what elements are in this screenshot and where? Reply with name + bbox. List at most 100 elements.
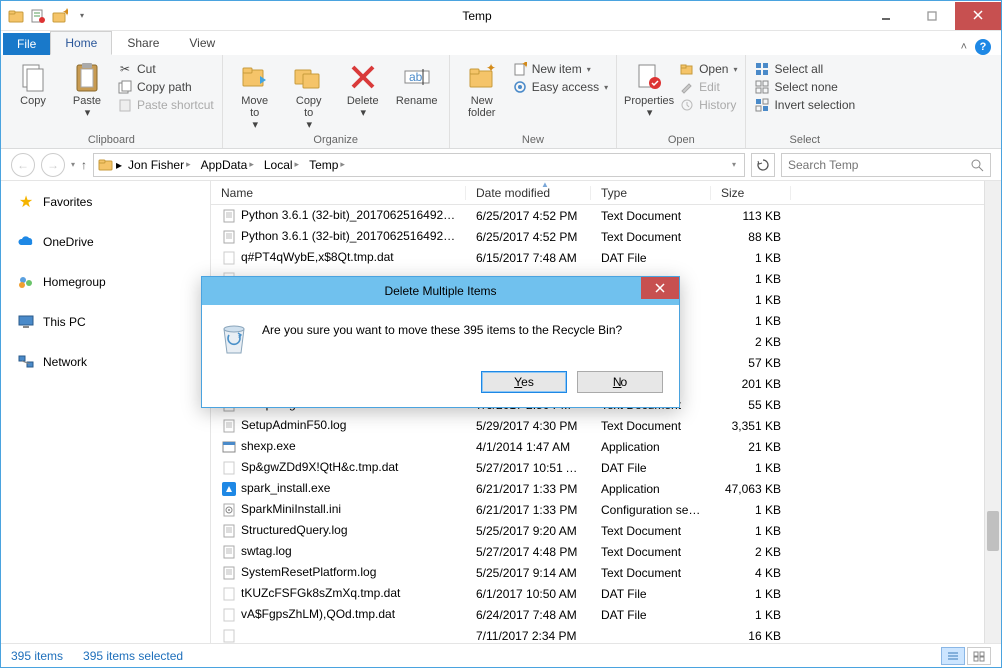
file-row[interactable]: swtag.log5/27/2017 4:48 PMText Document2… [211,541,1001,562]
sidebar-item-onedrive[interactable]: OneDrive [1,229,210,255]
svg-text:✦: ✦ [486,61,496,75]
qat-dropdown-icon[interactable]: ▾ [73,7,91,25]
dialog-close-button[interactable] [641,277,679,299]
close-button[interactable] [955,2,1001,30]
quick-access-toolbar: ✦ ▾ [1,7,91,25]
navigation-pane: ★ Favorites OneDrive Homegroup This PC N… [1,181,211,643]
breadcrumb[interactable]: ▸ Jon Fisher▸ AppData▸ Local▸ Temp▸ ▾ [93,153,745,177]
file-row[interactable]: StructuredQuery.log5/25/2017 9:20 AMText… [211,520,1001,541]
column-headers: ▲ Name Date modified Type Size [211,181,1001,205]
file-row[interactable]: shexp.exe4/1/2014 1:47 AMApplication21 K… [211,436,1001,457]
column-type[interactable]: Type [591,186,711,200]
copy-to-button[interactable]: Copyto▾ [285,59,333,131]
properties-button[interactable]: Properties▾ [625,59,673,119]
sidebar-item-thispc[interactable]: This PC [1,309,210,335]
search-box[interactable] [781,153,991,177]
breadcrumb-segment[interactable]: AppData▸ [197,158,258,172]
navigation-bar: ← → ▾ ↑ ▸ Jon Fisher▸ AppData▸ Local▸ Te… [1,149,1001,181]
cut-button[interactable]: ✂Cut [117,61,214,77]
copy-path-icon [117,79,133,95]
file-row[interactable]: vA$FgpsZhLM),QOd.tmp.dat6/24/2017 7:48 A… [211,604,1001,625]
tab-file[interactable]: File [3,33,50,55]
column-date[interactable]: Date modified [466,186,591,200]
column-size[interactable]: Size [711,186,791,200]
edit-button[interactable]: Edit [679,79,737,95]
sidebar-item-favorites[interactable]: ★ Favorites [1,189,210,215]
status-count: 395 items [11,649,63,663]
minimize-button[interactable] [863,2,909,30]
history-dropdown-icon[interactable]: ▾ [71,160,75,169]
svg-text:ab: ab [409,70,423,84]
easy-access-icon [512,79,528,95]
sidebar-item-network[interactable]: Network [1,349,210,375]
qat-newfolder-icon[interactable]: ✦ [51,7,69,25]
invert-selection-icon [754,97,770,113]
file-icon [221,481,237,497]
file-icon [221,208,237,224]
file-row[interactable]: SparkMiniInstall.ini6/21/2017 1:33 PMCon… [211,499,1001,520]
vertical-scrollbar[interactable] [984,181,1001,643]
file-row[interactable]: Python 3.6.1 (32-bit)_20170625164927_00.… [211,205,1001,226]
new-folder-button[interactable]: ✦ Newfolder [458,59,506,119]
forward-button[interactable]: → [41,153,65,177]
tab-view[interactable]: View [174,31,230,55]
breadcrumb-segment[interactable]: Temp▸ [305,158,349,172]
easy-access-button[interactable]: Easy access▾ [512,79,608,95]
file-icon [221,523,237,539]
tab-home[interactable]: Home [50,31,112,55]
sidebar-item-homegroup[interactable]: Homegroup [1,269,210,295]
search-icon[interactable] [970,158,984,172]
qat-properties-icon[interactable] [29,7,47,25]
up-button[interactable]: ↑ [81,158,87,172]
help-icon[interactable]: ? [975,39,991,55]
view-details-button[interactable] [941,647,965,665]
select-none-button[interactable]: Select none [754,79,855,95]
file-rows: Python 3.6.1 (32-bit)_20170625164927_00.… [211,205,1001,643]
new-item-button[interactable]: ✦New item▾ [512,61,608,77]
invert-selection-button[interactable]: Invert selection [754,97,855,113]
move-to-button[interactable]: Moveto▾ [231,59,279,131]
recycle-bin-icon [218,319,250,357]
file-icon [221,502,237,518]
chevron-right-icon[interactable]: ▸ [116,158,122,172]
file-row[interactable]: spark_install.exe6/21/2017 1:33 PMApplic… [211,478,1001,499]
copy-path-button[interactable]: Copy path [117,79,214,95]
copy-button[interactable]: Copy [9,59,57,107]
paste-shortcut-button[interactable]: Paste shortcut [117,97,214,113]
breadcrumb-dropdown-icon[interactable]: ▾ [728,160,740,169]
paste-button[interactable]: Paste▾ [63,59,111,119]
file-row[interactable]: Python 3.6.1 (32-bit)_20170625164927_01.… [211,226,1001,247]
status-selected: 395 items selected [83,649,183,663]
column-name[interactable]: Name [211,186,466,200]
history-button[interactable]: History [679,97,737,113]
scrollbar-thumb[interactable] [987,511,999,551]
tab-share[interactable]: Share [112,31,174,55]
file-icon [221,607,237,623]
delete-button[interactable]: Delete▾ [339,59,387,119]
file-row[interactable]: q#PT4qWybE,x$8Qt.tmp.dat6/15/2017 7:48 A… [211,247,1001,268]
dialog-title-bar[interactable]: Delete Multiple Items [202,277,679,305]
no-button[interactable]: No [577,371,663,393]
group-select: Select all Select none Invert selection … [746,55,863,148]
select-all-button[interactable]: Select all [754,61,855,77]
window-title: Temp [91,9,863,23]
back-button[interactable]: ← [11,153,35,177]
file-row[interactable]: 7/11/2017 2:34 PM16 KB [211,625,1001,643]
rename-button[interactable]: ab Rename [393,59,441,107]
file-row[interactable]: tKUZcFSFGk8sZmXq.tmp.dat6/1/2017 10:50 A… [211,583,1001,604]
group-organize: Moveto▾ Copyto▾ Delete▾ ab Rename Organi… [223,55,450,148]
yes-button[interactable]: Yes [481,371,567,393]
view-icons-button[interactable] [967,647,991,665]
file-row[interactable]: SetupAdminF50.log5/29/2017 4:30 PMText D… [211,415,1001,436]
search-input[interactable] [788,158,970,172]
maximize-button[interactable] [909,2,955,30]
refresh-button[interactable] [751,153,775,177]
breadcrumb-segment[interactable]: Jon Fisher▸ [124,158,195,172]
open-button[interactable]: Open▾ [679,61,737,77]
file-row[interactable]: Sp&gwZDd9X!QtH&c.tmp.dat5/27/2017 10:51 … [211,457,1001,478]
breadcrumb-segment[interactable]: Local▸ [260,158,303,172]
collapse-ribbon-icon[interactable]: ˄ [961,41,967,53]
file-row[interactable]: SystemResetPlatform.log5/25/2017 9:14 AM… [211,562,1001,583]
file-icon [221,418,237,434]
file-icon [221,439,237,455]
